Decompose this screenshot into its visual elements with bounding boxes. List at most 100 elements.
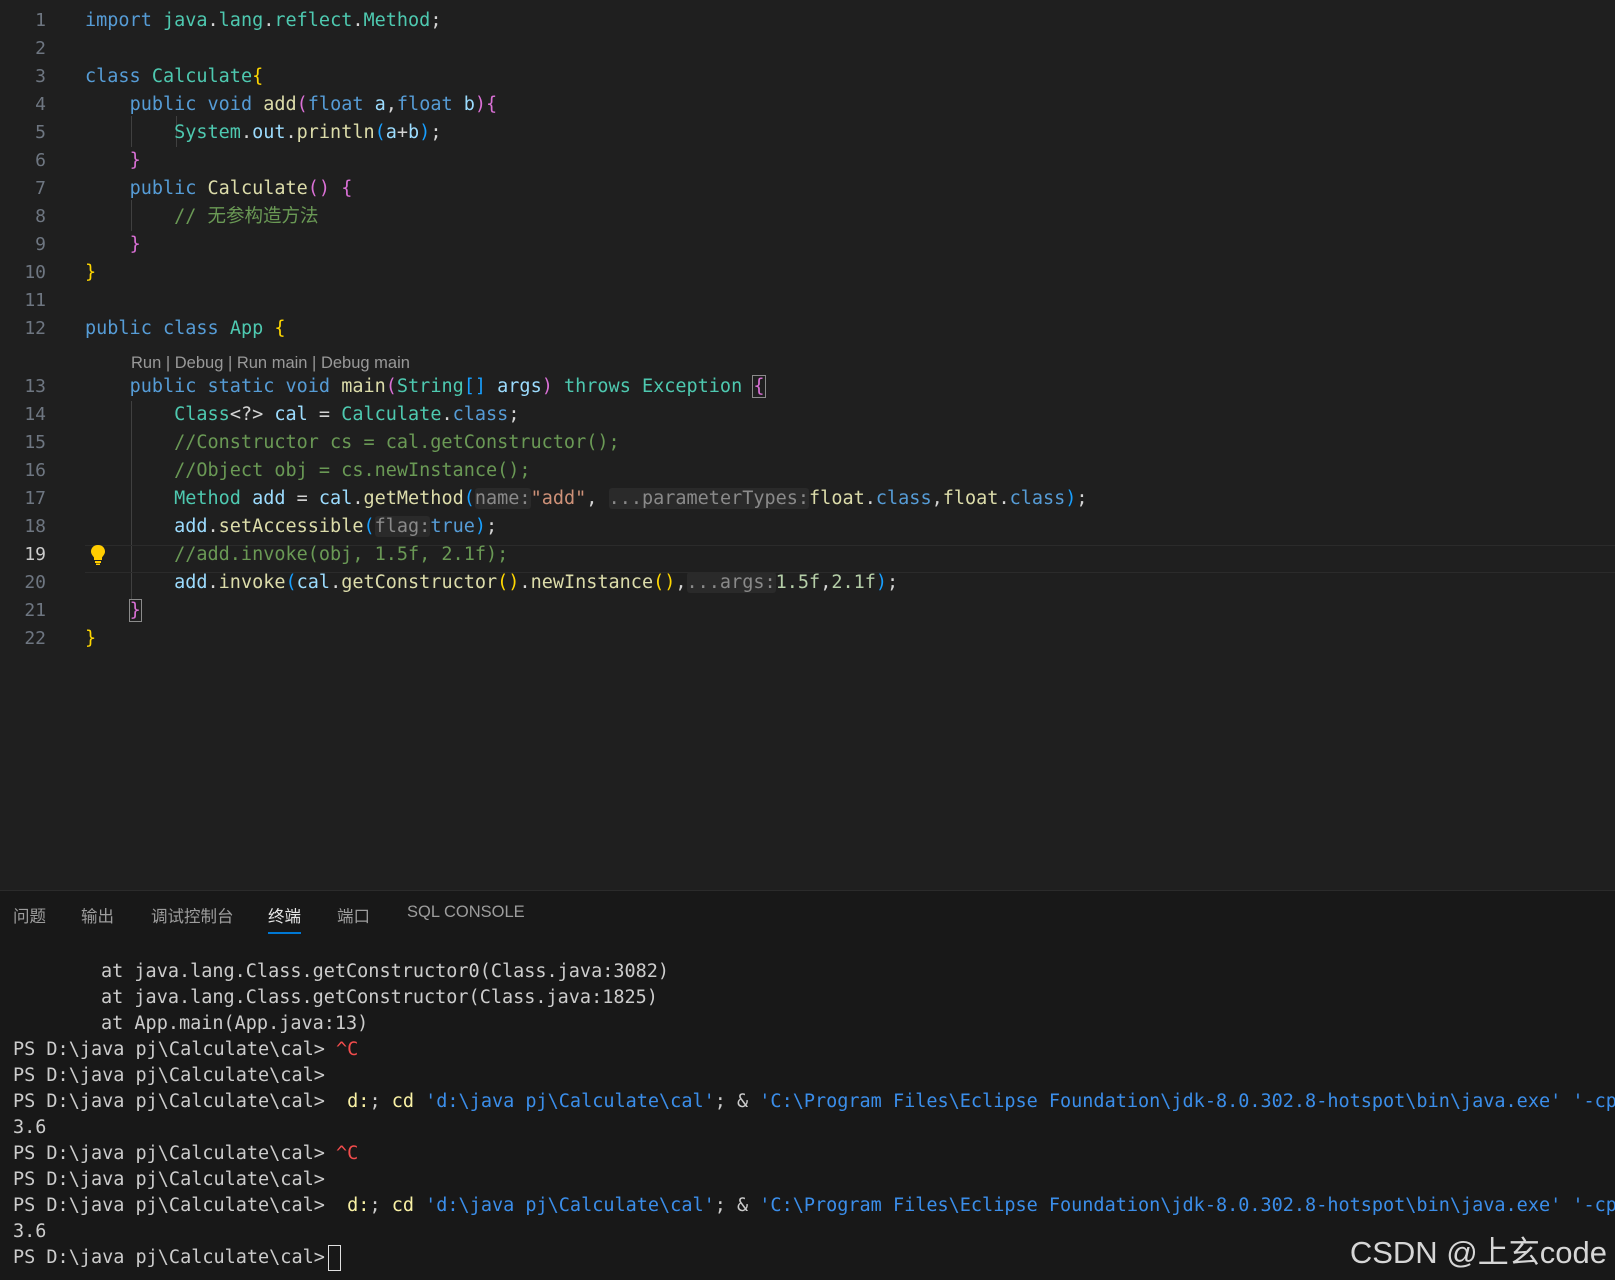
token-punct: . xyxy=(441,404,453,425)
token-keyword: class xyxy=(875,488,932,509)
panel-tabs: 问题 输出 调试控制台 终端 端口 SQL CONSOLE xyxy=(0,891,1615,935)
token-type: Class xyxy=(174,404,230,425)
token-number: 1.5f xyxy=(775,572,821,593)
line-number: 10 xyxy=(24,262,46,283)
token-operator: = xyxy=(307,404,342,425)
token-bracket: ) xyxy=(474,94,487,115)
line-number: 15 xyxy=(24,432,46,453)
code-editor[interactable]: 1 2 3 4 5 6 7 8 9 10 11 12 13 14 15 16 1… xyxy=(0,0,1615,890)
line-number: 3 xyxy=(35,66,46,87)
token-type: Method xyxy=(174,488,241,509)
line-number: 6 xyxy=(35,150,46,171)
token-keyword: void xyxy=(207,94,253,115)
terminal-line: at java.lang.Class.getConstructor0(Class… xyxy=(101,961,670,982)
tab-output[interactable]: 输出 xyxy=(81,903,114,927)
line-number: 9 xyxy=(35,234,46,255)
token-bracket: ( xyxy=(385,376,397,397)
token-type: Method xyxy=(363,10,431,31)
tab-problems[interactable]: 问题 xyxy=(13,903,46,927)
terminal-prompt: PS D:\java pj\Calculate\cal> xyxy=(13,1247,325,1268)
token-keyword: float xyxy=(942,488,999,509)
token-variable: args xyxy=(497,376,542,397)
token-keyword: class xyxy=(1009,488,1066,509)
inlay-hint: flag: xyxy=(374,516,431,537)
token-function: main xyxy=(341,376,386,397)
token-keyword: public xyxy=(129,376,197,397)
terminal-cursor[interactable] xyxy=(327,1245,341,1271)
terminal-string: '-cp' xyxy=(1572,1195,1615,1216)
token-variable: add xyxy=(174,572,208,593)
terminal-punct: ; & xyxy=(714,1091,760,1112)
token-punct: . xyxy=(285,122,297,143)
token-function: newInstance xyxy=(530,572,654,593)
token-comment: //add.invoke(obj, 1.5f, 2.1f); xyxy=(174,544,509,565)
token-punct: . xyxy=(864,488,876,509)
token-package: reflect xyxy=(274,10,353,31)
terminal-interrupt: ^C xyxy=(336,1039,359,1060)
line-number: 17 xyxy=(24,488,46,509)
token-punct: . xyxy=(330,572,342,593)
token-bracket: } xyxy=(85,628,97,649)
tab-terminal[interactable]: 终端 xyxy=(268,903,301,934)
line-number: 1 xyxy=(35,10,46,31)
token-keyword: float xyxy=(396,94,453,115)
token-keyword: public xyxy=(129,94,197,115)
token-punct: . xyxy=(998,488,1010,509)
codelens-debug[interactable]: Debug xyxy=(175,354,224,372)
terminal-punct: ; & xyxy=(714,1195,760,1216)
inlay-hint: name: xyxy=(474,488,531,509)
token-bracket: () xyxy=(653,572,676,593)
token-bracket: { xyxy=(486,94,498,115)
token-keyword: void xyxy=(285,376,331,397)
line-number: 12 xyxy=(24,318,46,339)
token-type: Calculate xyxy=(151,66,253,87)
terminal-line: PS D:\java pj\Calculate\cal> xyxy=(0,1063,1615,1089)
line-number: 21 xyxy=(24,600,46,621)
token-function: println xyxy=(296,122,375,143)
token-variable: add xyxy=(252,488,286,509)
terminal-line: PS D:\java pj\Calculate\cal> d:; cd 'd:\… xyxy=(0,1193,1615,1219)
codelens-debug-main[interactable]: Debug main xyxy=(321,354,410,372)
token-bracket: } xyxy=(85,262,97,283)
token-keyword: true xyxy=(430,516,475,537)
line-number: 8 xyxy=(35,206,46,227)
line-number: 18 xyxy=(24,516,46,537)
token-bracket: ) xyxy=(419,122,431,143)
token-operator: + xyxy=(396,122,409,143)
token-keyword: static xyxy=(207,376,275,397)
codelens-run[interactable]: Run xyxy=(131,354,161,372)
token-punct: , xyxy=(675,572,687,593)
token-bracket: ( xyxy=(296,94,308,115)
token-bracket: ( xyxy=(285,572,297,593)
token-function: setAccessible xyxy=(218,516,364,537)
token-punct: ; xyxy=(508,404,520,425)
terminal-command: d: xyxy=(347,1091,370,1112)
tab-debug-console[interactable]: 调试控制台 xyxy=(151,903,234,927)
terminal-line: at App.main(App.java:13) xyxy=(101,1013,369,1034)
codelens-run-main[interactable]: Run main xyxy=(237,354,308,372)
token-type: System xyxy=(174,122,241,143)
token-keyword: class xyxy=(452,404,509,425)
token-keyword: public xyxy=(85,318,152,339)
terminal-string: 'C:\Program Files\Eclipse Foundation\jdk… xyxy=(759,1195,1562,1216)
token-bracket: ) xyxy=(541,376,553,397)
token-comment: //Object obj = cs.newInstance(); xyxy=(174,460,531,481)
terminal-output[interactable]: at java.lang.Class.getConstructor0(Class… xyxy=(0,959,1615,1271)
token-punct: . xyxy=(519,572,531,593)
token-variable: cal xyxy=(318,488,353,509)
token-punct: . xyxy=(207,516,219,537)
codelens: Run | Debug | Run main | Debug main xyxy=(131,351,410,375)
token-package: lang xyxy=(218,10,264,31)
token-bracket: () xyxy=(497,572,520,593)
line-number: 5 xyxy=(35,122,46,143)
terminal-punct: ; xyxy=(369,1195,392,1216)
tab-ports[interactable]: 端口 xyxy=(337,903,370,927)
token-variable: b xyxy=(408,122,420,143)
line-number: 22 xyxy=(24,628,46,649)
tab-sql-console[interactable]: SQL CONSOLE xyxy=(407,903,525,922)
token-bracket: ) xyxy=(875,572,888,593)
terminal-line: PS D:\java pj\Calculate\cal> ^C xyxy=(0,1141,1615,1167)
terminal-prompt: PS D:\java pj\Calculate\cal> xyxy=(13,1091,325,1112)
token-punct: . xyxy=(207,572,219,593)
token-keyword: float xyxy=(307,94,364,115)
